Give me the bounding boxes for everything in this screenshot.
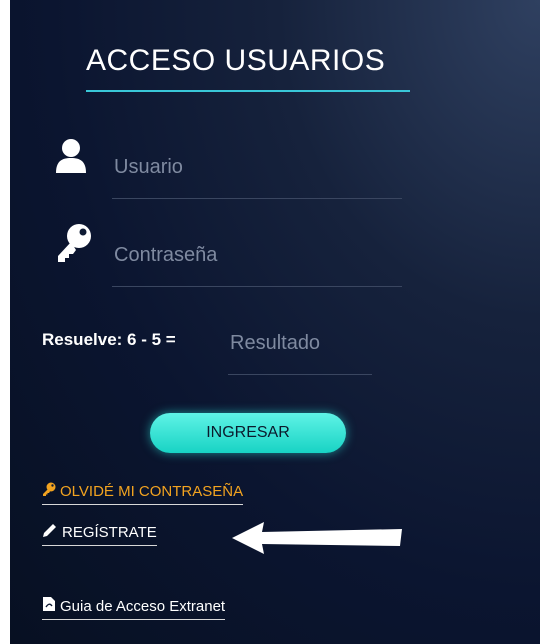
pdf-icon — [42, 596, 56, 616]
page-title: ACCESO USUARIOS — [86, 44, 386, 77]
forgot-password-link[interactable]: OLVIDÉ MI CONTRASEÑA — [42, 482, 244, 505]
guide-label: Guia de Acceso Extranet — [60, 597, 226, 615]
ingresar-button[interactable]: INGRESAR — [150, 413, 346, 453]
user-icon — [54, 138, 88, 179]
title-underline — [86, 90, 410, 92]
captcha-label: Resuelve: 6 - 5 = — [42, 330, 176, 349]
register-link[interactable]: REGÍSTRATE — [42, 522, 157, 546]
guide-link[interactable]: Guia de Acceso Extranet — [42, 596, 226, 620]
username-input[interactable] — [112, 152, 406, 182]
password-input[interactable] — [112, 240, 406, 270]
forgot-password-label: OLVIDÉ MI CONTRASEÑA — [60, 483, 244, 500]
login-panel: ACCESO USUARIOS Resuelve: 6 - 5 = IN — [10, 0, 540, 644]
username-underline — [112, 198, 402, 199]
register-label: REGÍSTRATE — [62, 523, 157, 541]
key-icon — [54, 222, 94, 269]
captcha-underline — [228, 374, 372, 375]
pencil-icon — [42, 522, 58, 542]
arrow-left-icon — [232, 520, 402, 561]
password-underline — [112, 286, 402, 287]
captcha-result-input[interactable] — [228, 328, 334, 358]
key-small-icon — [42, 482, 56, 501]
